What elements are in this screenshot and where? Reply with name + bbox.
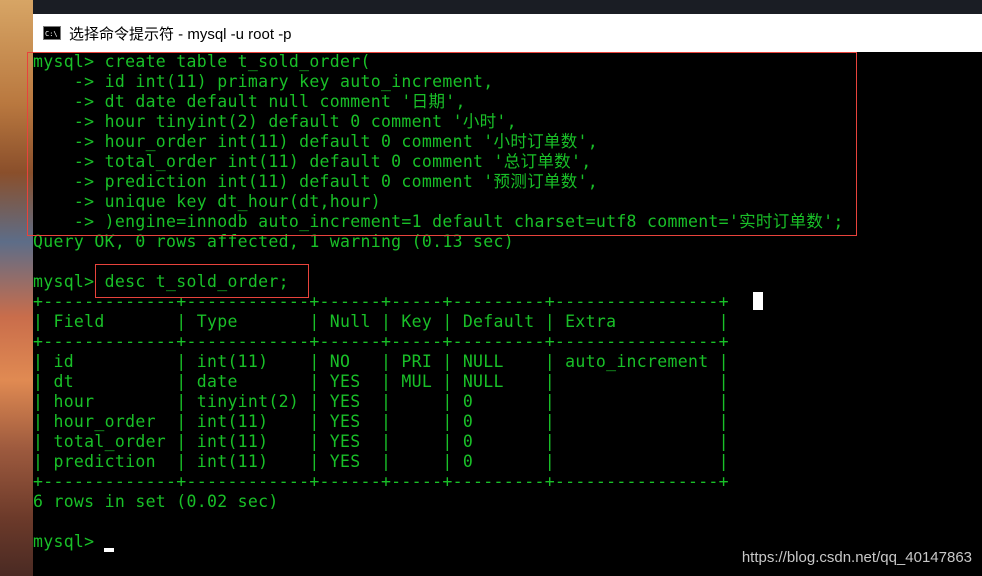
table-border: +-------------+------------+------+-----… xyxy=(33,472,729,491)
rows-result: 6 rows in set (0.02 sec) xyxy=(33,492,279,511)
window-title: 选择命令提示符 - mysql -u root -p xyxy=(69,25,292,43)
cmd-icon: C:\ xyxy=(43,26,61,40)
console-output[interactable]: mysql> create table t_sold_order( -> id … xyxy=(27,52,982,576)
cmd-window[interactable]: C:\ 选择命令提示符 - mysql -u root -p mysql> cr… xyxy=(27,14,982,576)
table-row: | dt | date | YES | MUL | NULL | | xyxy=(33,372,729,391)
table-row: | hour_order | int(11) | YES | | 0 | | xyxy=(33,412,729,431)
desc-command-highlight xyxy=(95,264,309,298)
watermark-url: https://blog.csdn.net/qq_40147863 xyxy=(741,549,972,566)
mysql-prompt: mysql> xyxy=(33,532,105,551)
table-row: | total_order | int(11) | YES | | 0 | | xyxy=(33,432,729,451)
table-header: | Field | Type | Null | Key | Default | … xyxy=(33,312,729,331)
table-row: | hour | tinyint(2) | YES | | 0 | | xyxy=(33,392,729,411)
block-cursor xyxy=(753,292,763,310)
mysql-prompt: mysql> xyxy=(33,272,105,291)
table-border: +-------------+------------+------+-----… xyxy=(33,332,729,351)
table-row: | id | int(11) | NO | PRI | NULL | auto_… xyxy=(33,352,729,371)
title-bar[interactable]: C:\ 选择命令提示符 - mysql -u root -p xyxy=(33,14,982,52)
create-statement-highlight xyxy=(27,52,857,236)
table-row: | prediction | int(11) | YES | | 0 | | xyxy=(33,452,729,471)
text-cursor xyxy=(104,548,114,552)
